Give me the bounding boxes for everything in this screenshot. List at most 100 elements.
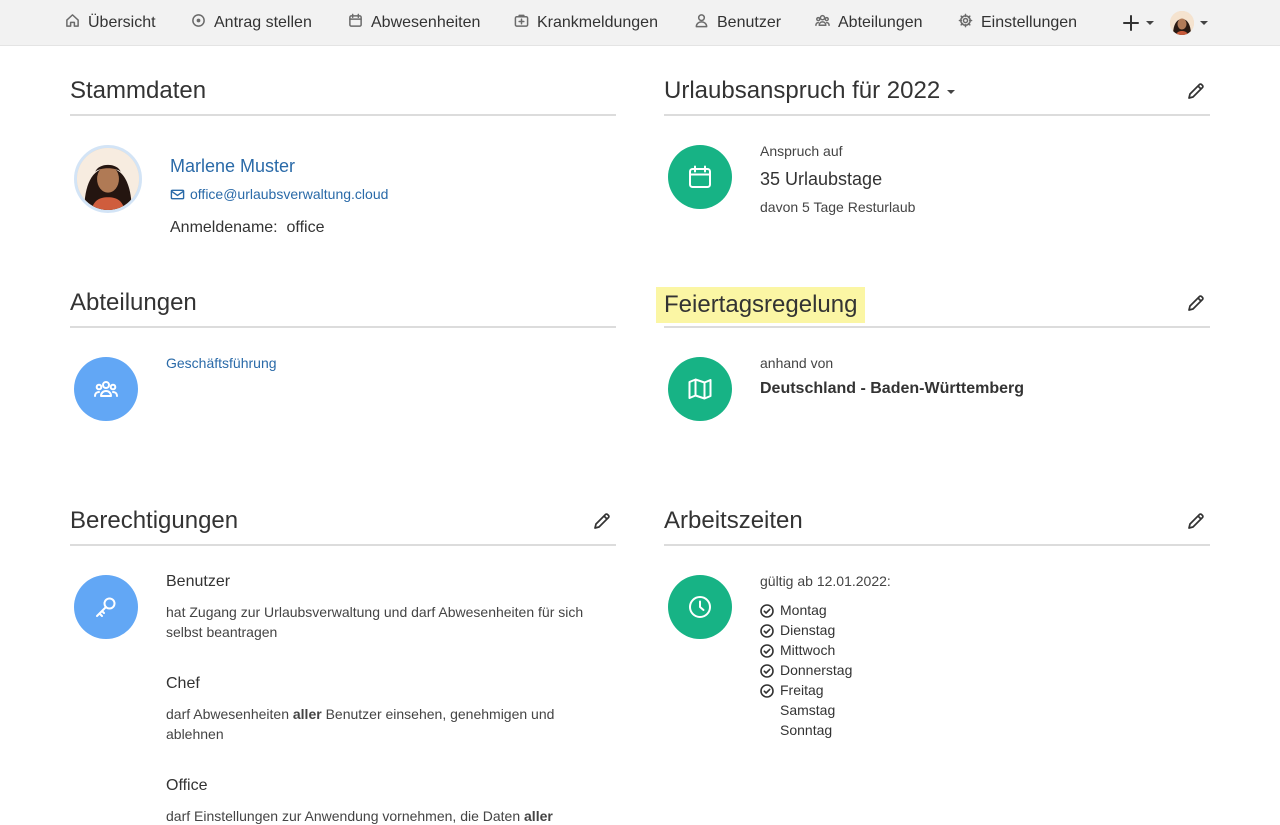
role-desc-text: darf Abwesenheiten [166, 706, 293, 722]
section-urlaubsanspruch: Urlaubsanspruch für 2022 [664, 70, 1210, 116]
edit-arbeitszeiten-button[interactable] [1186, 511, 1206, 531]
workday-label: Samstag [780, 702, 836, 718]
year-selector[interactable]: Urlaubsanspruch für 2022 [664, 77, 955, 105]
section-title: Stammdaten [70, 77, 207, 104]
nav-item-einstellungen[interactable]: Einstellungen [958, 0, 1077, 46]
workday-item: Montag [760, 600, 852, 620]
calendar-icon [348, 13, 363, 33]
edit-berechtigungen-button[interactable] [592, 511, 612, 531]
workday-item: Donnerstag [760, 660, 852, 680]
add-menu-button[interactable] [1122, 0, 1154, 46]
nav-item-label: Krankmeldungen [537, 14, 658, 31]
workday-item: Samstag [760, 700, 852, 720]
top-navigation: Übersicht Antrag stellen Abwesenheiten K… [0, 0, 1280, 46]
nav-item-label: Abwesenheiten [371, 14, 481, 31]
nav-item-label: Einstellungen [981, 14, 1078, 31]
pencil-icon [594, 513, 610, 529]
pencil-icon [1188, 295, 1204, 311]
user-name-link[interactable]: Marlene Muster [170, 156, 295, 177]
clock-circle [668, 575, 732, 639]
check-circle-icon [760, 663, 774, 678]
section-title: Urlaubsanspruch für 2022 [664, 77, 941, 104]
section-header: Arbeitszeiten [664, 500, 1210, 546]
section-title: Abteilungen [70, 289, 197, 316]
medkit-icon [514, 13, 529, 33]
nav-item-benutzer[interactable]: Benutzer [694, 0, 781, 46]
section-berechtigungen: Berechtigungen [70, 500, 616, 546]
edit-urlaubsanspruch-button[interactable] [1186, 81, 1206, 101]
edit-feiertagsregelung-button[interactable] [1186, 293, 1206, 313]
workday-label: Montag [780, 602, 827, 618]
check-circle-icon [760, 603, 774, 618]
profile-avatar [74, 145, 142, 213]
section-header: Stammdaten [70, 70, 616, 116]
section-header: Berechtigungen [70, 500, 616, 546]
role-desc-line: ablehnen [166, 726, 224, 742]
feiertag-label: anhand von [760, 355, 834, 371]
user-menu-button[interactable] [1170, 0, 1208, 46]
role-desc-bold: aller [524, 808, 553, 824]
workday-label: Freitag [780, 682, 824, 698]
role-desc-line: hat Zugang zur Urlaubsverwaltung und dar… [166, 604, 584, 620]
calendar-icon [689, 165, 711, 188]
workdays-list: Montag Dienstag Mittwoch Donnerstag Freitag S… [760, 600, 852, 740]
nav-item-label: Übersicht [88, 14, 156, 31]
empty-icon [760, 723, 774, 737]
section-title: Feiertagsregelung [656, 287, 866, 323]
login-row: Anmeldename: office [170, 219, 324, 237]
nav-item-antrag-stellen[interactable]: Antrag stellen [191, 0, 312, 46]
chevron-down-icon [1200, 21, 1208, 25]
calendar-circle [668, 145, 732, 209]
workday-label: Sonntag [780, 722, 833, 738]
nav-item-krankmeldungen[interactable]: Krankmeldungen [514, 0, 658, 46]
role-description: hat Zugang zur Urlaubsverwaltung und dar… [166, 602, 616, 642]
check-circle-icon [760, 683, 774, 698]
login-value: office [286, 219, 325, 236]
section-header: Feiertagsregelung [656, 282, 1210, 328]
nav-item-label: Antrag stellen [214, 14, 312, 31]
users-icon [94, 381, 118, 397]
section-header: Abteilungen [70, 282, 616, 328]
section-title: Arbeitszeiten [664, 507, 803, 534]
section-stammdaten: Stammdaten [70, 70, 616, 116]
section-arbeitszeiten: Arbeitszeiten [664, 500, 1210, 546]
check-circle-icon [760, 623, 774, 638]
map-icon [688, 378, 712, 400]
gear-icon [958, 13, 973, 33]
role-desc-text: Benutzer einsehen, genehmigen und [321, 706, 555, 722]
check-circle-icon [760, 643, 774, 658]
permissions-circle [74, 575, 138, 639]
valid-from: gültig ab 12.01.2022: [760, 573, 891, 589]
section-title: Berechtigungen [70, 507, 239, 534]
role-desc-bold: aller [292, 706, 322, 722]
email-link[interactable]: office@urlaubsverwaltung.cloud [170, 186, 388, 202]
role-name: Chef [166, 675, 200, 692]
anspruch-label: Anspruch auf [760, 143, 843, 159]
role-name: Office [166, 777, 208, 794]
nav-item-abteilungen[interactable]: Abteilungen [815, 0, 923, 46]
anspruch-remaining: davon 5 Tage Resturlaub [760, 199, 916, 215]
nav-item-abwesenheiten[interactable]: Abwesenheiten [348, 0, 480, 46]
role-description: darf Abwesenheiten aller Benutzer einseh… [166, 704, 616, 744]
email-text: office@urlaubsverwaltung.cloud [190, 186, 389, 202]
nav-item-label: Abteilungen [838, 14, 923, 31]
chevron-down-icon [1146, 21, 1154, 25]
section-header: Urlaubsanspruch für 2022 [664, 70, 1210, 116]
envelope-icon [170, 187, 185, 202]
login-label: Anmeldename: [170, 219, 278, 236]
nav-item-uebersicht[interactable]: Übersicht [65, 0, 156, 46]
workday-item: Mittwoch [760, 640, 852, 660]
department-link[interactable]: Geschäftsführung [166, 355, 277, 371]
home-icon [65, 13, 80, 33]
anspruch-days: 35 Urlaubstage [760, 169, 883, 189]
workday-item: Dienstag [760, 620, 852, 640]
key-icon [96, 597, 116, 617]
clock-icon [689, 596, 711, 618]
pencil-icon [1188, 513, 1204, 529]
feiertag-value: Deutschland - Baden-Württemberg [760, 380, 1025, 397]
plus-icon [1122, 14, 1140, 32]
plus-circle-icon [191, 13, 206, 33]
pencil-icon [1188, 83, 1204, 99]
workday-label: Dienstag [780, 622, 836, 638]
workday-item: Freitag [760, 680, 852, 700]
